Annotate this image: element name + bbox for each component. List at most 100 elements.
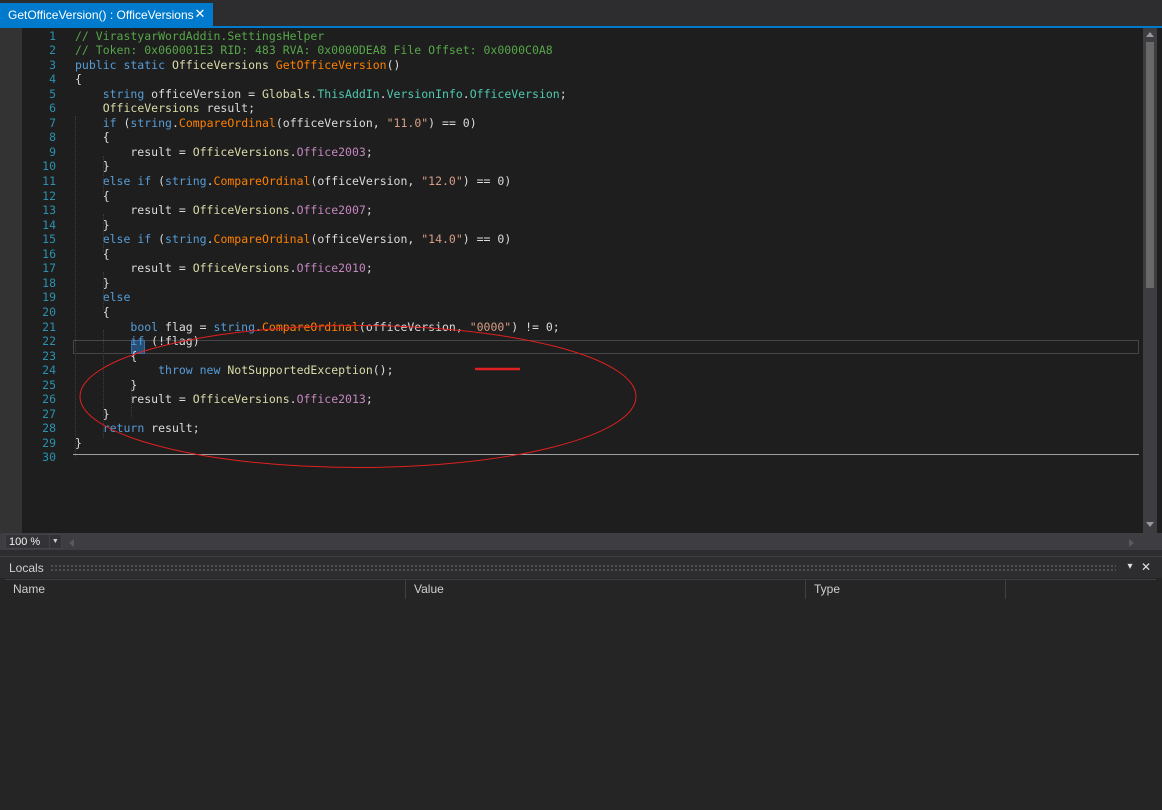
code-line[interactable]: OfficeVersions result; — [75, 101, 255, 116]
code-line[interactable]: else if (string.CompareOrdinal(officeVer… — [75, 174, 512, 189]
code-token: . — [171, 115, 179, 130]
code-token: . — [289, 203, 297, 218]
code-line[interactable]: { — [75, 72, 82, 87]
code-line[interactable]: { — [75, 305, 110, 320]
line-number: 14 — [42, 217, 56, 232]
code-token: { — [75, 188, 110, 203]
code-token: result; — [151, 421, 200, 436]
code-line[interactable]: result = OfficeVersions.Office2003; — [75, 144, 372, 160]
code-token: . — [206, 232, 214, 247]
code-token: ; — [365, 392, 373, 407]
code-token: ) == 0) — [462, 174, 512, 188]
code-token: . — [289, 144, 297, 159]
code-line[interactable]: { — [75, 189, 110, 204]
code-token: string — [165, 232, 207, 247]
line-number: 23 — [42, 348, 56, 363]
locals-list[interactable] — [5, 599, 1156, 805]
locals-panel-header[interactable]: Locals ▾ ✕ — [0, 557, 1162, 578]
column-header-name[interactable]: Name — [5, 580, 406, 599]
code-line[interactable]: result = OfficeVersions.Office2007; — [75, 203, 373, 218]
document-tab-strip: GetOfficeVersion() : OfficeVersions ✕ — [0, 0, 1162, 26]
code-line[interactable]: { — [75, 349, 137, 364]
zoom-level-dropdown[interactable]: 100 % ▼ — [5, 534, 62, 549]
line-number: 11 — [42, 174, 56, 188]
column-header-type[interactable]: Type — [806, 580, 1006, 599]
code-token: "11.0" — [386, 115, 429, 130]
indent-guide — [103, 156, 104, 194]
chevron-down-icon[interactable]: ▼ — [48, 535, 61, 548]
code-line[interactable]: } — [75, 378, 137, 393]
indent-guide — [103, 272, 104, 310]
column-header-value[interactable]: Value — [406, 580, 806, 599]
code-token: else if — [102, 232, 159, 247]
code-token: ( — [158, 174, 166, 188]
scroll-up-arrow-icon[interactable] — [1146, 32, 1154, 37]
code-token: Office2007 — [296, 203, 366, 218]
code-token: ; — [365, 203, 373, 218]
code-token: } — [75, 275, 110, 290]
code-line[interactable]: if (!flag) — [75, 334, 200, 349]
code-line[interactable]: // Token: 0x060001E3 RID: 483 RVA: 0x000… — [75, 43, 553, 58]
code-line[interactable]: throw new NotSupportedException(); — [75, 363, 393, 378]
line-number: 2 — [49, 43, 56, 58]
close-icon[interactable]: ✕ — [1140, 560, 1152, 574]
code-line[interactable]: } — [75, 276, 110, 291]
document-tab[interactable]: GetOfficeVersion() : OfficeVersions ✕ — [0, 3, 213, 26]
vertical-scrollbar-thumb[interactable] — [1146, 42, 1154, 288]
code-line[interactable]: // VirastyarWordAddin.SettingsHelper — [75, 29, 324, 44]
code-token: ) != 0; — [511, 319, 560, 334]
code-token: { — [75, 246, 110, 261]
code-token: "12.0" — [421, 174, 463, 188]
line-number: 12 — [42, 188, 56, 203]
code-line[interactable]: } — [75, 436, 82, 451]
code-token: VersionInfo — [386, 86, 463, 101]
scroll-left-arrow-icon[interactable] — [69, 539, 74, 547]
code-token: "14.0" — [421, 232, 463, 247]
code-line[interactable]: return result; — [75, 421, 200, 436]
code-line[interactable]: if (string.CompareOrdinal(officeVersion,… — [75, 116, 477, 131]
code-token: (officeVersion, — [310, 174, 422, 188]
code-line[interactable]: result = OfficeVersions.Office2010; — [75, 261, 373, 276]
code-line[interactable]: } — [75, 407, 110, 422]
code-token: . — [289, 392, 297, 407]
line-number: 20 — [42, 304, 56, 319]
breakpoint-margin[interactable] — [0, 28, 22, 533]
code-token: CompareOrdinal — [213, 232, 311, 247]
horizontal-scrollbar[interactable] — [0, 533, 1162, 550]
code-token: (officeVersion, — [358, 319, 470, 334]
tab-title: GetOfficeVersion() : OfficeVersions — [8, 7, 194, 22]
code-line[interactable]: } — [75, 159, 110, 174]
code-token: string — [102, 86, 152, 101]
panel-menu-dropdown-icon[interactable]: ▾ — [1124, 560, 1136, 574]
line-number: 29 — [42, 435, 56, 450]
code-editor[interactable]: 1 2 3 4 5 6 7 8 9 10 11 12 13 14 15 16 17 18 19 20 21 22 23 24 2… — [0, 28, 1162, 533]
code-line[interactable]: { — [75, 130, 110, 145]
code-line[interactable]: else if (string.CompareOrdinal(officeVer… — [75, 232, 512, 247]
code-token: ) == 0) — [462, 232, 512, 247]
code-token: (!flag) — [151, 334, 200, 349]
code-line[interactable]: { — [75, 247, 110, 262]
code-token: officeVersion = — [151, 86, 262, 101]
indent-guide — [75, 116, 76, 458]
code-token: "0000" — [469, 319, 512, 334]
code-token: ; — [365, 261, 373, 276]
code-token: string — [213, 319, 256, 334]
code-token: OfficeVersions — [102, 101, 207, 116]
code-line[interactable]: bool flag = string.CompareOrdinal(office… — [75, 319, 560, 335]
line-number: 1 — [49, 28, 56, 43]
panel-drag-grip[interactable] — [50, 564, 1116, 571]
code-line[interactable]: result = OfficeVersions.Office2013; — [75, 392, 373, 407]
code-line[interactable]: public static OfficeVersions GetOfficeVe… — [75, 58, 400, 73]
code-line[interactable]: } — [75, 218, 110, 233]
code-token: Office2003 — [296, 144, 366, 159]
close-icon[interactable]: ✕ — [193, 6, 207, 22]
line-number: 15 — [42, 232, 56, 247]
scroll-down-arrow-icon[interactable] — [1146, 522, 1154, 527]
code-token: . — [289, 261, 297, 276]
scroll-right-arrow-icon[interactable] — [1129, 539, 1134, 547]
code-token: . — [255, 319, 262, 334]
code-token: CompareOrdinal — [261, 319, 359, 334]
code-line[interactable]: string officeVersion = Globals.ThisAddIn… — [75, 87, 567, 102]
